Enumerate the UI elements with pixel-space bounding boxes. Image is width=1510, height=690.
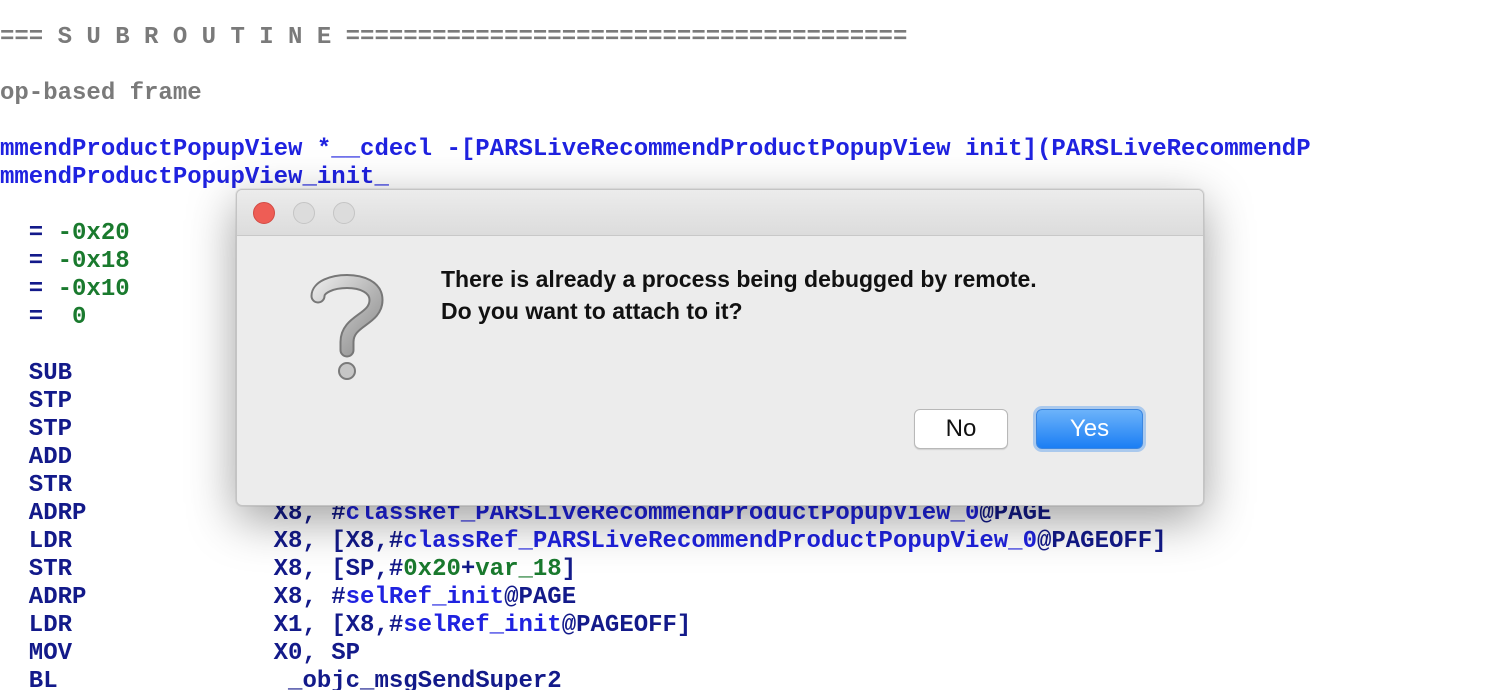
window-close-button[interactable] bbox=[253, 202, 275, 224]
listing-token: STR X8, [SP,# bbox=[0, 556, 404, 583]
attach-debugger-dialog: There is already a process being debugge… bbox=[236, 189, 1204, 506]
listing-token: = bbox=[0, 304, 73, 331]
yes-button[interactable]: Yes bbox=[1036, 409, 1143, 449]
listing-token: _objc_msgSendSuper2 bbox=[288, 668, 562, 690]
listing-token: 0 bbox=[72, 304, 87, 331]
listing-line: SUB bbox=[0, 360, 72, 388]
listing-line: STR X8, [SP,#0x20+var_18] bbox=[0, 556, 576, 584]
listing-token: STP bbox=[0, 388, 73, 415]
listing-line: STP bbox=[0, 416, 72, 444]
listing-token: selRef_init bbox=[403, 612, 562, 639]
listing-token: ] bbox=[561, 556, 577, 583]
listing-token: @PAGEOFF] bbox=[1036, 528, 1167, 555]
listing-token: mmendProductPopupView_init_ bbox=[0, 164, 389, 191]
listing-line: = 0 bbox=[0, 304, 87, 332]
listing-token: op-based frame bbox=[0, 80, 202, 107]
listing-line: LDR X8, [X8,#classRef_PARSLiveRecommendP… bbox=[0, 528, 1167, 556]
listing-line: BL _objc_msgSendSuper2 bbox=[0, 668, 562, 690]
listing-token: = bbox=[0, 220, 58, 247]
listing-token: var_18 bbox=[475, 556, 562, 583]
dialog-titlebar bbox=[237, 190, 1203, 236]
listing-token: LDR X1, [X8,# bbox=[0, 612, 404, 639]
listing-line: STR bbox=[0, 472, 72, 500]
question-mark-icon bbox=[310, 274, 384, 380]
listing-token: mmendProductPopupView *__cdecl -[PARSLiv… bbox=[0, 136, 1311, 163]
window-zoom-button[interactable] bbox=[333, 202, 355, 224]
listing-line: ADD bbox=[0, 444, 72, 472]
dialog-message-line-2: Do you want to attach to it? bbox=[441, 298, 743, 324]
listing-token: -0x10 bbox=[57, 276, 130, 303]
window-minimize-button[interactable] bbox=[293, 202, 315, 224]
listing-line: === S U B R O U T I N E ================… bbox=[0, 24, 907, 52]
listing-token: @PAGE bbox=[504, 584, 577, 611]
listing-token: LDR X8, [X8,# bbox=[0, 528, 404, 555]
listing-line: ADRP X8, #selRef_init@PAGE bbox=[0, 584, 576, 612]
listing-line: mmendProductPopupView *__cdecl -[PARSLiv… bbox=[0, 136, 1311, 164]
listing-line: MOV X0, SP bbox=[0, 640, 360, 668]
listing-token: -0x20 bbox=[57, 220, 130, 247]
listing-token: @PAGEOFF] bbox=[561, 612, 692, 639]
listing-line: mmendProductPopupView_init_ bbox=[0, 164, 389, 192]
listing-token: === S U B R O U T I N E ================… bbox=[0, 24, 908, 51]
listing-token: STP bbox=[0, 416, 73, 443]
listing-token: ADD bbox=[0, 444, 73, 471]
listing-token: = bbox=[0, 248, 58, 275]
listing-token: SUB bbox=[0, 360, 73, 387]
dialog-message-line-1: There is already a process being debugge… bbox=[441, 266, 1037, 292]
listing-token: + bbox=[460, 556, 476, 583]
listing-token: classRef_PARSLiveRecommendProductPopupVi… bbox=[403, 528, 1037, 555]
listing-token: = bbox=[0, 276, 58, 303]
listing-token: -0x18 bbox=[57, 248, 130, 275]
listing-line: op-based frame bbox=[0, 80, 202, 108]
listing-line: = -0x20 bbox=[0, 220, 130, 248]
no-button[interactable]: No bbox=[914, 409, 1008, 449]
listing-line: = -0x18 bbox=[0, 248, 130, 276]
listing-token: MOV X0, SP bbox=[0, 640, 361, 667]
listing-token: ADRP X8, # bbox=[0, 584, 346, 611]
listing-line: STP bbox=[0, 388, 72, 416]
listing-token: selRef_init bbox=[345, 584, 505, 611]
listing-line: = -0x10 bbox=[0, 276, 130, 304]
listing-token: BL bbox=[0, 668, 289, 690]
listing-line: LDR X1, [X8,#selRef_init@PAGEOFF] bbox=[0, 612, 692, 640]
listing-token: 0x20 bbox=[403, 556, 461, 583]
listing-token: STR bbox=[0, 472, 73, 499]
